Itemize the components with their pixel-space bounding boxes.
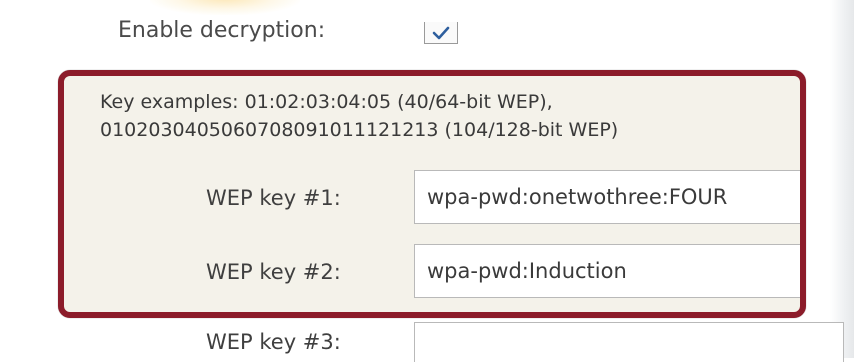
checkmark-icon	[432, 26, 450, 39]
wep-key-2-label: WEP key #2:	[206, 260, 341, 284]
key-examples-line-2: 0102030405060708091011121213 (104/128-bi…	[100, 119, 619, 141]
wep-key-1-label: WEP key #1:	[206, 186, 341, 210]
wep-keys-highlight-frame: Key examples: 01:02:03:04:05 (40/64-bit …	[58, 70, 806, 318]
wep-key-3-input[interactable]	[414, 322, 844, 362]
decorative-glow	[150, 0, 300, 15]
wep-key-2-input[interactable]: wpa-pwd:Induction	[414, 244, 800, 298]
key-examples-line-1: Key examples: 01:02:03:04:05 (40/64-bit …	[100, 91, 553, 113]
wep-key-1-input[interactable]: wpa-pwd:onetwothree:FOUR	[414, 170, 800, 224]
enable-decryption-checkbox[interactable]	[424, 22, 458, 44]
key-examples-text: Key examples: 01:02:03:04:05 (40/64-bit …	[100, 88, 618, 144]
wep-key-3-label: WEP key #3:	[206, 330, 341, 354]
enable-decryption-label: Enable decryption:	[118, 18, 326, 43]
